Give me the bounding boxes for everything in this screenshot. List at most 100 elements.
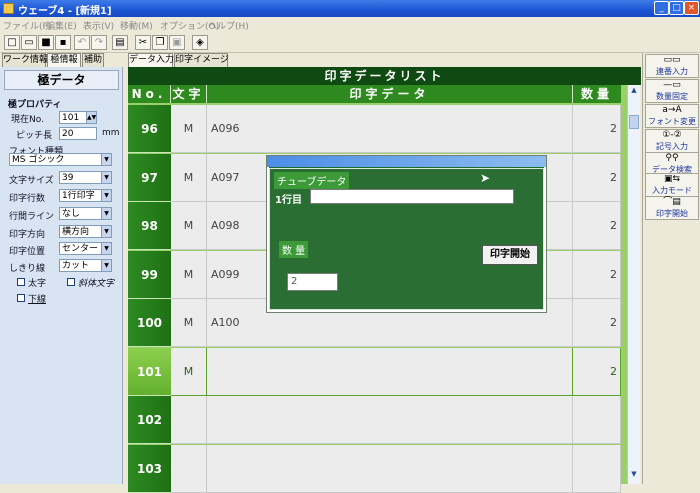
scroll-up-icon[interactable]: ▲ <box>629 86 639 96</box>
cell-data[interactable] <box>207 444 573 493</box>
print-lines-select[interactable]: 1行印字 ▼ <box>59 189 112 202</box>
cell-no[interactable]: 101 <box>128 347 171 396</box>
cell-char[interactable] <box>171 444 207 493</box>
cell-no[interactable]: 98 <box>128 202 171 250</box>
property-panel: 極データ 極プロパティ 現在No. 101 ▲▼ ピッチ長 20 mm フォント種… <box>0 67 123 484</box>
pitch-field[interactable]: 20 <box>59 127 97 140</box>
minimize-button[interactable]: _ <box>654 1 669 15</box>
print-pos-select[interactable]: センター ▼ <box>59 242 112 255</box>
print-dir-value: 横方向 <box>62 227 90 237</box>
cell-data[interactable]: A096 <box>207 105 573 153</box>
paste-icon[interactable]: ▣ <box>169 35 185 50</box>
symbol-button[interactable]: ①-② 記号入力 <box>645 129 699 153</box>
cell-data[interactable] <box>207 347 573 396</box>
line1-label: 1行目 <box>275 195 302 206</box>
cell-char[interactable]: M <box>171 250 207 299</box>
cell-char[interactable]: M <box>171 347 207 396</box>
bold-checkbox[interactable] <box>17 278 25 286</box>
cell-no[interactable]: 102 <box>128 396 171 444</box>
tab-work-info[interactable]: ワーク情報 <box>2 53 48 67</box>
cell-qty[interactable]: 2 <box>573 202 621 250</box>
cut-icon[interactable]: ✂ <box>135 35 151 50</box>
line-spacing-select[interactable]: なし ▼ <box>59 207 112 220</box>
table-row[interactable]: 96 M A096 2 <box>128 105 621 153</box>
current-no-field[interactable]: 101 ▲▼ <box>59 111 97 124</box>
cell-qty[interactable]: 2 <box>573 250 621 299</box>
cell-data[interactable] <box>207 396 573 444</box>
tab-data-entry[interactable]: データ入力 <box>128 53 174 67</box>
dialog-title-bar[interactable] <box>267 156 546 167</box>
tab-pole-info[interactable]: 極情報 <box>47 53 81 67</box>
save-icon[interactable]: ■ <box>38 35 54 50</box>
vertical-scrollbar[interactable]: ▲ ▼ <box>627 85 640 484</box>
header-qty: 数量 <box>573 85 621 103</box>
panel-title: 極データ <box>4 70 119 90</box>
cell-qty[interactable]: 2 <box>573 153 621 202</box>
italic-checkbox[interactable] <box>67 278 75 286</box>
current-no-label: 現在No. <box>11 115 44 125</box>
cell-qty[interactable]: 2 <box>573 299 621 347</box>
font-change-button[interactable]: a→A フォント変更 <box>645 104 699 128</box>
table-row[interactable]: 103 <box>128 444 621 493</box>
menu-file[interactable]: ファイル(F) <box>3 19 51 32</box>
cell-char[interactable]: M <box>171 105 207 153</box>
font-change-icon: a→A <box>662 105 682 115</box>
cell-no[interactable]: 97 <box>128 153 171 202</box>
cell-qty[interactable] <box>573 396 621 444</box>
char-size-select[interactable]: 39 ▼ <box>59 171 112 184</box>
input-mode-button[interactable]: ▣⇆ 入力モード <box>645 173 699 197</box>
scroll-thumb[interactable] <box>629 115 639 129</box>
qty-input[interactable]: 2 <box>287 273 338 291</box>
new-file-icon[interactable]: □ <box>4 35 20 50</box>
print-start-button[interactable]: 印字開始 <box>482 245 538 265</box>
cell-no[interactable]: 99 <box>128 250 171 299</box>
cell-char[interactable] <box>171 396 207 444</box>
menu-move[interactable]: 移動(M) <box>120 19 153 32</box>
char-size-label: 文字サイズ <box>9 176 54 186</box>
fixed-qty-label: 数量固定 <box>656 92 688 101</box>
cell-no[interactable]: 96 <box>128 105 171 153</box>
italic-label: 斜体文字 <box>78 279 115 289</box>
spinner-icon[interactable]: ▲▼ <box>86 112 96 123</box>
menu-edit[interactable]: 編集(E) <box>46 19 77 32</box>
sequence-icon: ▭▭ <box>663 55 681 65</box>
chevron-down-icon: ▼ <box>101 208 111 219</box>
cell-qty[interactable] <box>573 444 621 493</box>
font-type-select[interactable]: MS ゴシック ▼ <box>9 153 112 166</box>
tab-print-image[interactable]: 印字イメージ <box>174 53 229 67</box>
close-button[interactable]: × <box>684 1 699 15</box>
print-lines-value: 1行印字 <box>62 191 95 201</box>
transfer-icon[interactable]: ◈ <box>192 35 208 50</box>
table-row[interactable]: 102 <box>128 396 621 444</box>
menu-help[interactable]: ヘルプ(H) <box>208 19 249 32</box>
print-preview-icon[interactable]: ▤ <box>112 35 128 50</box>
section-title: 極プロパティ <box>8 100 62 110</box>
cut-line-select[interactable]: カット ▼ <box>59 259 112 272</box>
maximize-button[interactable]: □ <box>669 1 684 15</box>
cell-char[interactable]: M <box>171 202 207 250</box>
print-start-side-label: 印字開始 <box>656 209 688 218</box>
undo-icon[interactable]: ↶ <box>74 35 90 50</box>
copy-icon[interactable]: ❐ <box>152 35 168 50</box>
print-dir-select[interactable]: 横方向 ▼ <box>59 225 112 238</box>
cell-char[interactable]: M <box>171 153 207 202</box>
table-row[interactable]: 101 M 2 <box>128 347 621 396</box>
save-as-icon[interactable]: ▪ <box>55 35 71 50</box>
open-folder-icon[interactable]: ▭ <box>21 35 37 50</box>
redo-icon[interactable]: ↷ <box>91 35 107 50</box>
cell-char[interactable]: M <box>171 299 207 347</box>
underline-label: 下線 <box>28 295 47 305</box>
fixed-qty-button[interactable]: —▭ 数量固定 <box>645 79 699 103</box>
cell-qty[interactable]: 2 <box>573 105 621 153</box>
underline-checkbox[interactable] <box>17 294 25 302</box>
tab-auxiliary[interactable]: 補助 <box>82 53 104 67</box>
pitch-unit: mm <box>102 128 120 138</box>
sequence-button[interactable]: ▭▭ 連番入力 <box>645 54 699 78</box>
print-start-side-button[interactable]: ⌒▤ 印字開始 <box>645 196 699 220</box>
menu-view[interactable]: 表示(V) <box>83 19 114 32</box>
cell-no[interactable]: 103 <box>128 444 171 493</box>
cell-no[interactable]: 100 <box>128 299 171 347</box>
line1-input[interactable] <box>310 189 514 204</box>
scroll-down-icon[interactable]: ▼ <box>629 470 639 480</box>
cell-qty[interactable]: 2 <box>573 347 621 396</box>
